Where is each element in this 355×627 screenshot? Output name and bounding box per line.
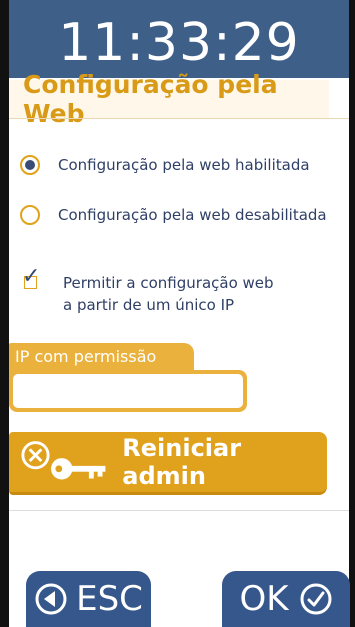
clock-time: 11:33:29	[58, 13, 300, 73]
screen-bezel-left	[0, 0, 9, 627]
checkmark-icon: ✓	[22, 264, 41, 289]
single-ip-label-line1: Permitir a configuração web	[63, 274, 274, 292]
radio-label-enabled: Configuração pela web habilitada	[58, 156, 310, 174]
reset-admin-button[interactable]: Reiniciar admin	[9, 432, 327, 495]
key-reset-icon	[21, 441, 106, 480]
ok-button[interactable]: OK	[222, 571, 350, 627]
clock-header: 11:33:29	[9, 0, 349, 78]
ip-field-container	[9, 370, 247, 412]
single-ip-label: Permitir a configuração web a partir de …	[63, 272, 274, 316]
radio-button-unselected[interactable]	[20, 205, 40, 225]
radio-button-selected[interactable]	[20, 155, 40, 175]
ip-field-label: IP com permissão	[9, 343, 194, 370]
reset-admin-label: Reiniciar admin	[122, 434, 242, 490]
title-divider	[9, 118, 349, 119]
radio-web-disabled[interactable]: Configuração pela web desabilitada	[20, 205, 327, 225]
ip-input[interactable]	[13, 374, 243, 408]
esc-button[interactable]: ESC	[26, 571, 151, 627]
single-ip-checkbox[interactable]: ✓	[22, 266, 40, 289]
page-title: Configuração pela Web	[9, 70, 329, 128]
ok-label: OK	[239, 579, 289, 619]
radio-web-enabled[interactable]: Configuração pela web habilitada	[20, 155, 310, 175]
screen-bezel-right	[349, 0, 355, 627]
back-arrow-icon	[35, 583, 67, 615]
footer-divider	[9, 510, 349, 511]
device-screen: 11:33:29 Configuração pela Web Configura…	[0, 0, 355, 627]
single-ip-label-line2: a partir de um único IP	[63, 296, 235, 314]
radio-label-disabled: Configuração pela web desabilitada	[58, 206, 327, 224]
single-ip-checkbox-row[interactable]: ✓ Permitir a configuração web a partir d…	[22, 266, 274, 316]
check-circle-icon	[300, 583, 332, 615]
page-title-text: Configuração pela Web	[23, 70, 278, 128]
esc-label: ESC	[76, 579, 143, 619]
ip-field-label-text: IP com permissão	[15, 347, 157, 366]
